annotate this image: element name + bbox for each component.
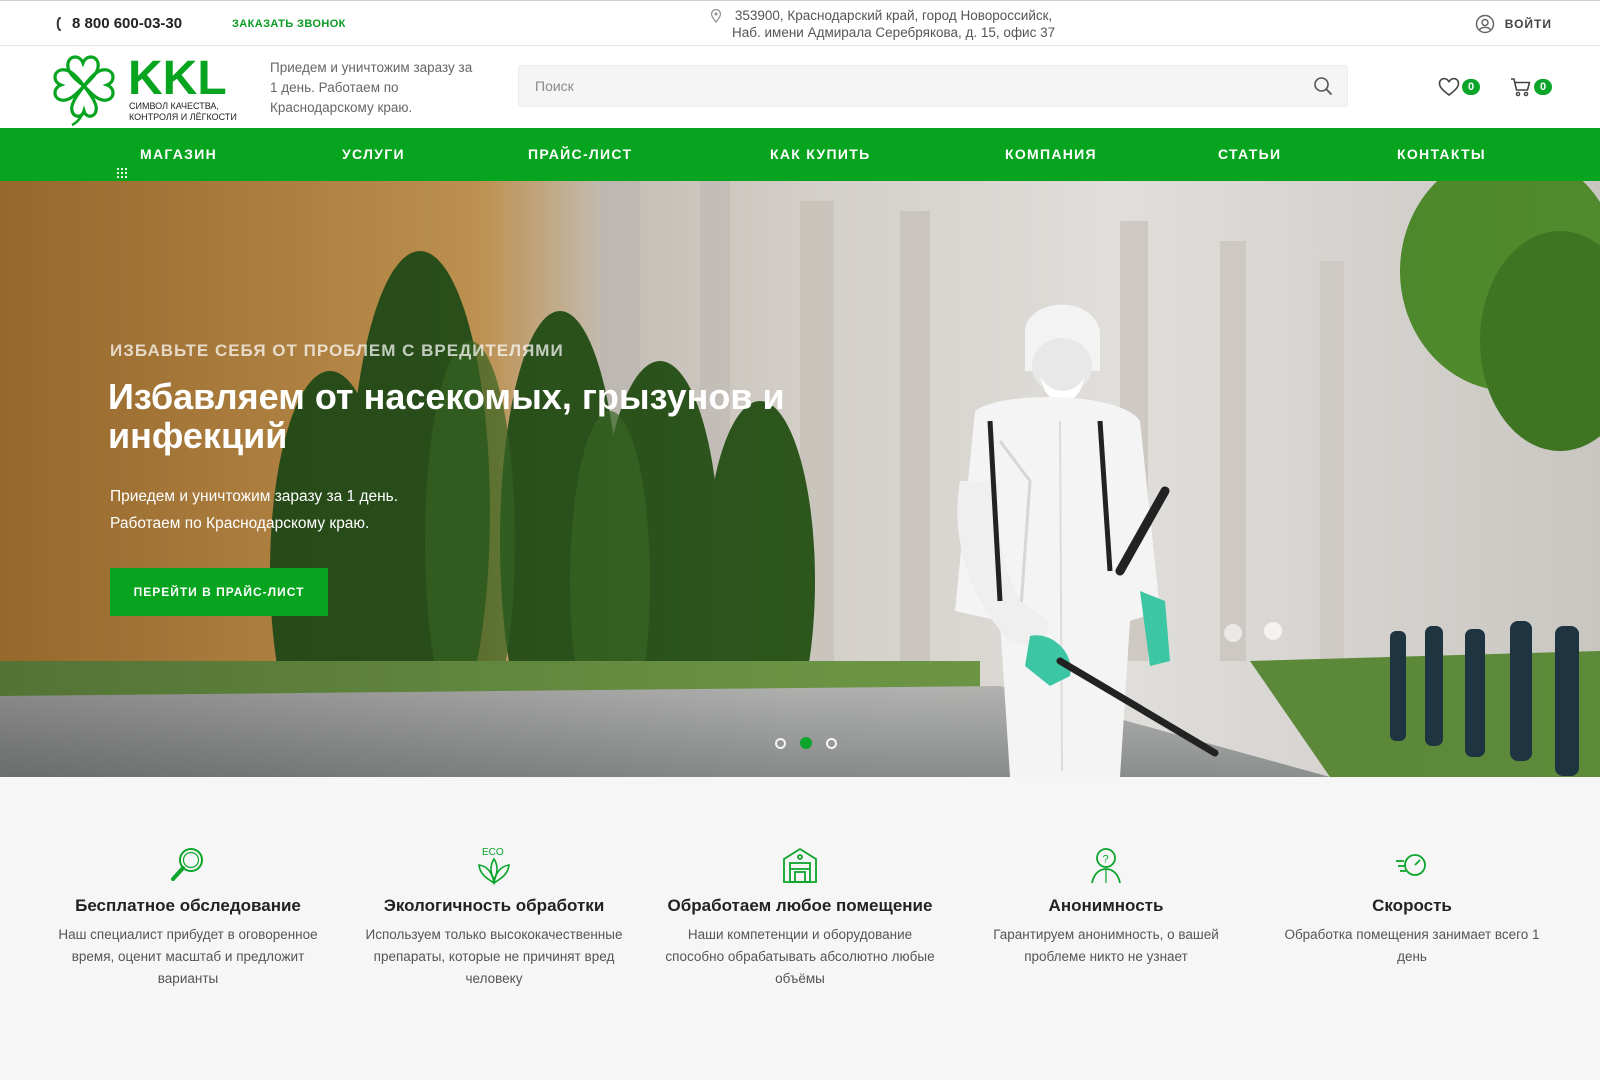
hero-slider: ИЗБАВЬТЕ СЕБЯ ОТ ПРОБЛЕМ С ВРЕДИТЕЛЯМИ И… — [0, 181, 1600, 777]
nav-item-how-to-buy[interactable]: КАК КУПИТЬ — [770, 128, 870, 181]
slider-dots — [768, 737, 844, 749]
top-bar: 8 800 600-03-30 ЗАКАЗАТЬ ЗВОНОК 353900, … — [0, 0, 1600, 46]
address-line-2: Наб. имени Адмирала Серебрякова, д. 15, … — [732, 25, 1056, 40]
feature-title: Скорость — [1372, 896, 1452, 915]
feature-text: Обработка помещения занимает всего 1 ден… — [1284, 927, 1540, 964]
feature-text: Наши компетенции и оборудование способно… — [665, 927, 935, 986]
slider-dot-3[interactable] — [826, 737, 837, 749]
user-icon — [1475, 14, 1495, 34]
magnifier-icon — [168, 845, 208, 885]
speed-icon — [1392, 845, 1432, 885]
feature-title: Экологичность обработки — [383, 896, 605, 915]
logo[interactable]: KKL СИМВОЛ КАЧЕСТВА, КОНТРОЛЯ И ЛЁГКОСТИ — [48, 50, 244, 128]
features-section: Бесплатное обследование Наш специалист п… — [0, 777, 1600, 1080]
feature-anonymity: ? Анонимность Гарантируем анонимность, о… — [971, 845, 1241, 968]
cart-icon — [1510, 77, 1532, 97]
feature-text: Наш специалист прибудет в оговоренное вр… — [58, 927, 318, 986]
address-block: 353900, Краснодарский край, город Новоро… — [710, 7, 1055, 41]
search-box — [518, 65, 1348, 107]
cart-count-badge: 0 — [1534, 79, 1552, 95]
search-icon[interactable] — [1313, 76, 1333, 96]
slider-dot-1[interactable] — [775, 737, 786, 749]
feature-text: Гарантируем анонимность, о вашей проблем… — [993, 927, 1219, 964]
nav-item-services[interactable]: УСЛУГИ — [342, 128, 405, 181]
address-line-1: 353900, Краснодарский край, город Новоро… — [734, 8, 1053, 23]
header: KKL СИМВОЛ КАЧЕСТВА, КОНТРОЛЯ И ЛЁГКОСТИ… — [0, 46, 1600, 128]
clover-icon — [53, 55, 115, 127]
heart-icon — [1438, 77, 1460, 97]
feature-any-premises: Обработаем любое помещение Наши компетен… — [665, 845, 935, 990]
phone-number[interactable]: 8 800 600-03-30 — [72, 15, 182, 32]
hero-subtitle: Приедем и уничтожим заразу за 1 день. Ра… — [110, 483, 540, 537]
feature-title: Бесплатное обследование — [75, 896, 301, 915]
feature-title: Анонимность — [1048, 896, 1164, 915]
login-button[interactable]: ВОЙТИ — [1475, 14, 1552, 34]
eco-label: ECO — [482, 847, 504, 858]
nav-item-label: МАГАЗИН — [140, 146, 217, 162]
nav-item-price-list[interactable]: ПРАЙС-ЛИСТ — [528, 128, 632, 181]
callback-link[interactable]: ЗАКАЗАТЬ ЗВОНОК — [232, 18, 346, 30]
logo-line-2: КОНТРОЛЯ И ЛЁГКОСТИ — [129, 112, 237, 122]
eco-leaves-icon: ECO — [474, 845, 514, 885]
header-tagline: Приедем и уничтожим заразу за 1 день. Ра… — [270, 60, 473, 115]
logo-main-text: KKL — [128, 52, 227, 105]
favorites-button[interactable]: 0 — [1438, 77, 1480, 97]
hero-kicker: ИЗБАВЬТЕ СЕБЯ ОТ ПРОБЛЕМ С ВРЕДИТЕЛЯМИ — [110, 341, 564, 360]
phone-block[interactable]: 8 800 600-03-30 — [54, 15, 182, 32]
nav-item-company[interactable]: КОМПАНИЯ — [1005, 128, 1097, 181]
location-pin-icon — [710, 8, 722, 24]
favorites-count-badge: 0 — [1462, 79, 1480, 95]
grid-menu-icon — [116, 148, 128, 178]
search-input[interactable] — [519, 66, 1299, 106]
slider-dot-2[interactable] — [800, 737, 812, 749]
address-text: 353900, Краснодарский край, город Новоро… — [732, 7, 1055, 41]
feature-text: Используем только высококачественные пре… — [365, 927, 623, 986]
nav-item-articles[interactable]: СТАТЬИ — [1218, 128, 1281, 181]
hero-subtitle-line-1: Приедем и уничтожим заразу за 1 день. — [110, 488, 399, 505]
feature-eco: ECO Экологичность обработки Используем т… — [359, 845, 629, 990]
hero-title: Избавляем от насекомых, грызунов и инфек… — [108, 376, 785, 456]
nav-item-shop[interactable]: МАГАЗИН — [116, 128, 217, 181]
feature-title: Обработаем любое помещение — [667, 896, 933, 915]
warehouse-icon — [780, 845, 820, 885]
feature-speed: Скорость Обработка помещения занимает вс… — [1277, 845, 1547, 968]
go-to-price-list-button[interactable]: ПЕРЕЙТИ В ПРАЙС-ЛИСТ — [110, 568, 328, 616]
feature-free-inspection: Бесплатное обследование Наш специалист п… — [53, 845, 323, 990]
login-label[interactable]: ВОЙТИ — [1505, 17, 1552, 31]
anonymous-person-icon: ? — [1086, 845, 1126, 885]
nav-item-contacts[interactable]: КОНТАКТЫ — [1397, 128, 1486, 181]
logo-line-1: СИМВОЛ КАЧЕСТВА, — [129, 101, 219, 111]
hero-subtitle-line-2: Работаем по Краснодарскому краю. — [110, 515, 370, 532]
page: 8 800 600-03-30 ЗАКАЗАТЬ ЗВОНОК 353900, … — [0, 0, 1600, 1080]
svg-text:?: ? — [1103, 854, 1109, 866]
cart-button[interactable]: 0 — [1510, 77, 1552, 97]
phone-icon — [54, 16, 66, 32]
main-nav: МАГАЗИН УСЛУГИ ПРАЙС-ЛИСТ КАК КУПИТЬ КОМ… — [0, 128, 1600, 181]
hero-background-image — [0, 181, 1600, 777]
